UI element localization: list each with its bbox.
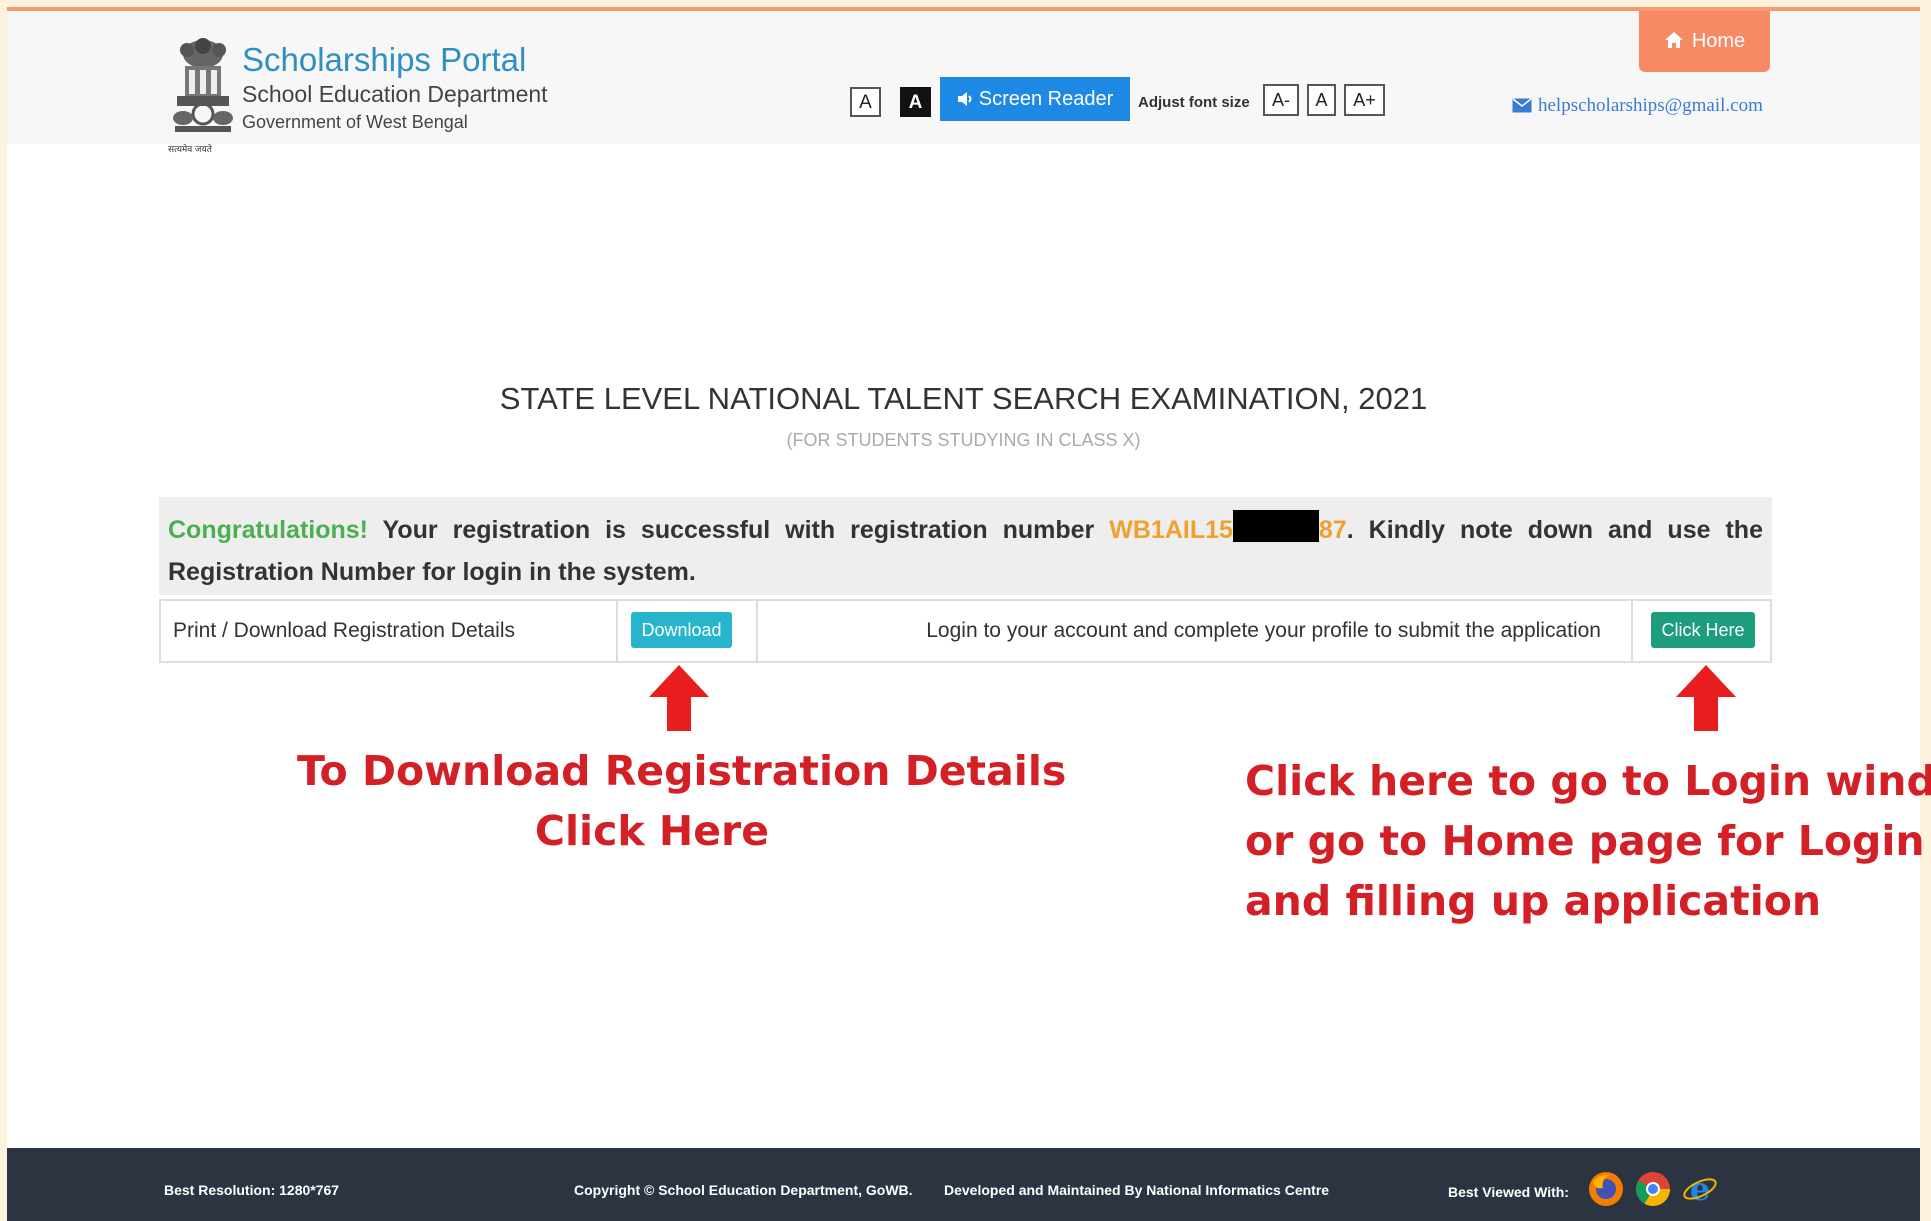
page: सत्यमेव जयते Scholarships Portal School …: [7, 7, 1931, 1221]
font-increase-button[interactable]: A+: [1344, 84, 1385, 116]
reg-number-prefix: WB1AIL15: [1109, 516, 1233, 544]
download-button[interactable]: Download: [631, 612, 732, 648]
portal-title[interactable]: Scholarships Portal: [242, 41, 526, 79]
login-instruction: Login to your account and complete your …: [926, 619, 1601, 642]
annotation-line: To Download Registration Details: [297, 747, 1067, 795]
svg-text:e: e: [1690, 1170, 1710, 1208]
mail-icon: [1512, 98, 1532, 113]
contrast-dark-button[interactable]: A: [900, 87, 931, 117]
success-notice: Congratulations! Your registration is su…: [159, 497, 1772, 595]
reg-number-suffix: 87: [1318, 516, 1347, 544]
best-resolution: Best Resolution: 1280*767: [164, 1182, 340, 1198]
exam-title: STATE LEVEL NATIONAL TALENT SEARCH EXAMI…: [499, 381, 1428, 416]
action-row: Print / Download Registration Details Do…: [159, 599, 1772, 663]
department-name: School Education Department: [242, 81, 548, 107]
annotation-line: Click Here: [534, 807, 770, 855]
congrats-text: Congratulations!: [168, 516, 368, 544]
exam-subtitle: (FOR STUDENTS STUDYING IN CLASS X): [786, 430, 1141, 450]
adjust-font-label: Adjust font size: [1138, 94, 1250, 111]
arrow-up-icon: [1676, 665, 1736, 731]
click-here-button[interactable]: Click Here: [1651, 612, 1755, 648]
cell-divider: [756, 601, 758, 661]
internet-explorer-icon: e: [1683, 1170, 1717, 1208]
emblem-caption: सत्यमेव जयते: [168, 144, 212, 154]
arrow-up-icon: [649, 665, 709, 731]
home-icon: [1664, 32, 1683, 48]
chrome-icon: [1636, 1172, 1670, 1206]
print-download-label: Print / Download Registration Details: [173, 619, 515, 642]
login-annotation: Click here to go to Login window or go t…: [1245, 751, 1931, 931]
cell-divider: [1631, 601, 1633, 661]
state-emblem-icon: [173, 38, 233, 132]
footer: Best Resolution: 1280*767 Copyright © Sc…: [7, 1148, 1920, 1221]
contrast-light-button[interactable]: A: [850, 87, 881, 117]
best-viewed-label: Best Viewed With:: [1448, 1184, 1569, 1200]
firefox-icon: [1589, 1172, 1623, 1206]
message-pre: Your registration is successful with reg…: [368, 516, 1110, 544]
screen-reader-button[interactable]: Screen Reader: [940, 77, 1130, 121]
annotation-line: and filling up application: [1245, 877, 1822, 925]
home-button[interactable]: Home: [1639, 11, 1770, 72]
cell-divider: [616, 601, 618, 661]
email-address: helpscholarships@gmail.com: [1538, 95, 1763, 116]
email-link[interactable]: helpscholarships@gmail.com: [1512, 95, 1763, 117]
font-normal-button[interactable]: A: [1307, 84, 1336, 116]
home-label: Home: [1691, 30, 1746, 52]
font-decrease-button[interactable]: A-: [1263, 84, 1299, 116]
header: सत्यमेव जयते Scholarships Portal School …: [7, 11, 1920, 154]
redaction-block: [1232, 510, 1319, 542]
annotation-line: or go to Home page for Login: [1245, 817, 1925, 865]
download-annotation: To Download Registration Details Click H…: [297, 741, 1067, 861]
government-name: Government of West Bengal: [242, 112, 468, 132]
copyright: Copyright © School Education Department,…: [574, 1182, 913, 1198]
speaker-icon: [957, 92, 972, 106]
developed-by: Developed and Maintained By National Inf…: [944, 1182, 1330, 1198]
annotation-line: Click here to go to Login window: [1245, 757, 1931, 805]
screen-reader-label: Screen Reader: [978, 88, 1114, 110]
